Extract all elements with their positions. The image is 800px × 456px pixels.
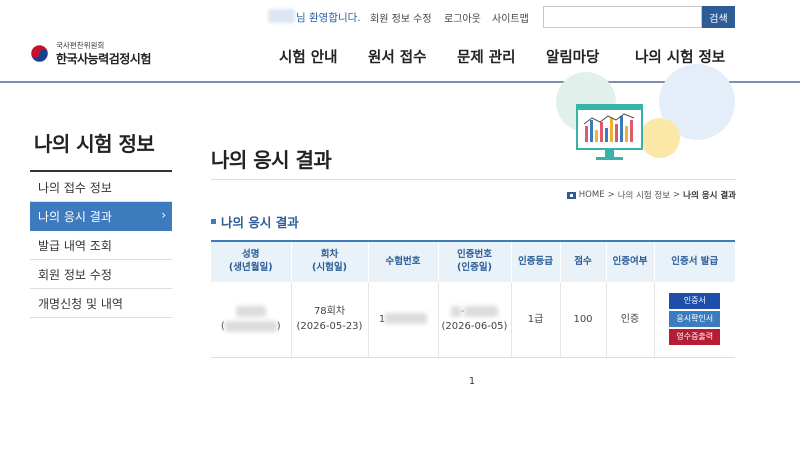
cert-number-blurred [450,305,461,317]
section-title-text: 나의 응시 결과 [221,215,299,230]
sidebar-item-label: 나의 접수 정보 [38,180,112,195]
sidebar-title: 나의 시험 정보 [34,132,155,156]
search-button[interactable]: 검색 [702,6,735,28]
edit-profile-link[interactable]: 회원 정보 수정 [370,10,432,25]
breadcrumb-separator: > [607,190,615,200]
cell-exam-number: 1 [368,282,439,358]
header-issue: 인증서 발급 [654,240,735,282]
breadcrumb: HOME > 나의 시험 정보 > 나의 응시 결과 [566,189,736,201]
result-table: 성명 (생년월일) 회차 (시험일) 수험번호 인증번호 (인증일) 인증등급 점수 … [211,240,735,358]
monitor-chart-icon [576,104,643,160]
exam-number-blurred [385,313,428,325]
sidebar-item-label: 회원 정보 수정 [38,267,112,282]
cell-issue: 인증서 응시확인서 영수증출력 [654,282,735,358]
title-divider [211,179,736,180]
chevron-right-icon: › [161,208,166,222]
nav-notice[interactable]: 알림마당 [546,46,599,67]
sidebar-item-label: 발급 내역 조회 [38,238,112,253]
site-logo[interactable]: 국사편찬위원회 한국사능력검정시험 [30,40,180,68]
sidebar-item-label: 나의 응시 결과 [38,209,112,224]
home-icon [566,191,576,199]
nav-application[interactable]: 원서 접수 [368,46,426,67]
receipt-print-button[interactable]: 영수증출력 [669,329,721,346]
table-header-row: 성명 (생년월일) 회차 (시험일) 수험번호 인증번호 (인증일) 인증등급 점수 … [211,240,735,282]
sidebar-item-issuance-history[interactable]: 발급 내역 조회 [30,231,172,260]
pagination-page-1[interactable]: 1 [469,376,475,387]
user-name-blurred [268,9,295,23]
breadcrumb-current: 나의 응시 결과 [683,191,736,201]
sidebar-item-name-change[interactable]: 개명신청 및 내역 [30,289,172,318]
table-row: () 78회차 (2026-05-23) 1 - (2026-06-05) 1급 … [211,282,735,358]
header-exam-number: 수험번호 [368,240,439,282]
section-title: 나의 응시 결과 [211,212,299,231]
header-score: 점수 [560,240,607,282]
sidebar-item-edit-profile[interactable]: 회원 정보 수정 [30,260,172,289]
logout-link[interactable]: 로그아웃 [444,10,481,25]
header-grade: 인증등급 [511,240,561,282]
cell-name: () [211,282,292,358]
page-title: 나의 응시 결과 [211,148,332,172]
nav-question-management[interactable]: 문제 관리 [457,46,515,67]
header-name: 성명 (생년월일) [211,240,292,282]
taegeuk-logo-icon [30,44,49,63]
breadcrumb-my-exam-info[interactable]: 나의 시험 정보 [618,189,670,201]
header-cert-number: 인증번호 (인증일) [438,240,512,282]
cell-round: 78회차 (2026-05-23) [291,282,369,358]
breadcrumb-separator: > [673,190,681,200]
sidebar-item-my-application[interactable]: 나의 접수 정보 [30,173,172,202]
logo-title: 한국사능력검정시험 [56,52,151,66]
cell-status: 인증 [606,282,655,358]
cell-cert-number: - (2026-06-05) [438,282,512,358]
search-input[interactable] [543,6,702,28]
sitemap-link[interactable]: 사이트맵 [492,10,529,25]
sidebar-item-label: 개명신청 및 내역 [38,296,123,311]
certificate-button[interactable]: 인증서 [669,293,721,310]
nav-exam-info[interactable]: 시험 안내 [279,46,337,67]
sidebar-title-divider [30,170,172,172]
cell-score: 100 [560,282,607,358]
cell-grade: 1급 [511,282,561,358]
decor-circle-yellow [640,118,680,158]
birthdate-blurred [224,320,277,332]
square-bullet-icon [211,219,216,224]
exam-confirmation-button[interactable]: 응시확인서 [669,311,721,328]
header-round: 회차 (시험일) [291,240,369,282]
welcome-text: 님 환영합니다. [296,12,361,24]
name-blurred [235,305,266,317]
top-utility-bar: 님 환영합니다. 회원 정보 수정 로그아웃 사이트맵 검색 [0,0,800,36]
cert-number-blurred [464,305,499,317]
sidebar-menu: 나의 접수 정보 나의 응시 결과 › 발급 내역 조회 회원 정보 수정 개명… [30,173,172,318]
header-status: 인증여부 [606,240,655,282]
nav-my-exam-info[interactable]: 나의 시험 정보 [635,46,725,67]
breadcrumb-home[interactable]: HOME [579,190,605,200]
sidebar-item-my-result[interactable]: 나의 응시 결과 › [30,202,172,231]
